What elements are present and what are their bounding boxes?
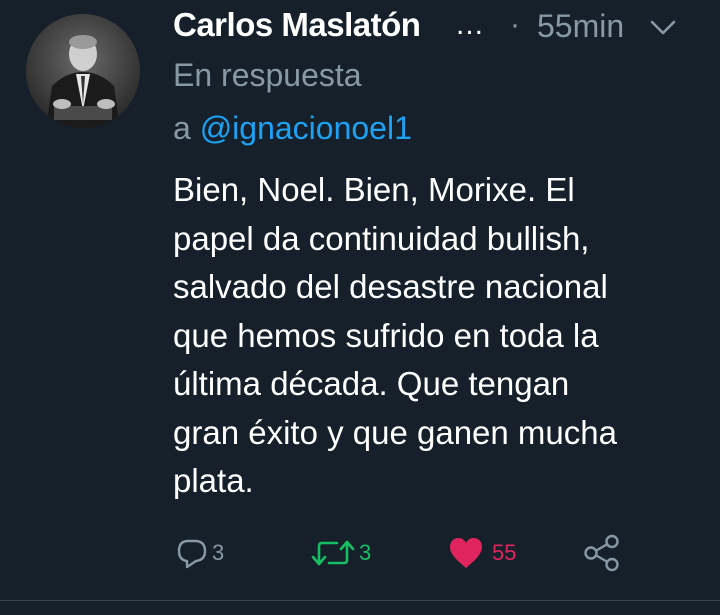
tweet-actions: 3 3 55 — [0, 528, 720, 578]
author-name[interactable]: Carlos Maslatón — [173, 6, 421, 44]
avatar[interactable] — [26, 14, 140, 128]
reply-icon — [177, 539, 207, 569]
name-truncation: ... — [456, 8, 485, 41]
tweet-text: Bien, Noel. Bien, Morixe. El papel da co… — [173, 166, 703, 506]
retweet-button[interactable]: 3 — [310, 528, 371, 578]
tweet-text-line: salvado del desastre nacional — [173, 268, 608, 305]
avatar-photo — [26, 14, 140, 128]
tweet-text-line: papel da continuidad bullish, — [173, 219, 590, 257]
like-button[interactable]: 55 — [448, 528, 516, 578]
reply-context-target: a @ignacionoel1 — [173, 110, 412, 147]
reply-to-word: a — [173, 110, 191, 146]
retweet-count: 3 — [359, 540, 372, 565]
tweet-divider — [0, 600, 720, 601]
tweet-header: Carlos Maslatón ... · 55min — [173, 2, 693, 52]
heart-icon — [450, 538, 482, 568]
timestamp[interactable]: 55min — [537, 8, 624, 45]
tweet-text-line: última década. Que tengan — [173, 365, 570, 402]
separator-dot: · — [510, 8, 520, 41]
share-button[interactable] — [582, 528, 622, 578]
like-count: 55 — [492, 540, 517, 565]
reply-count: 3 — [212, 540, 225, 565]
share-icon — [584, 534, 619, 572]
reply-button[interactable]: 3 — [175, 528, 224, 578]
retweet-icon — [311, 540, 355, 566]
reply-to-handle-link[interactable]: @ignacionoel1 — [200, 110, 412, 146]
tweet-text-line: que hemos sufrido en toda la — [173, 316, 599, 354]
tweet[interactable]: Carlos Maslatón ... · 55min En respuesta… — [0, 0, 720, 615]
tweet-text-line: Bien, Noel. Bien, Morixe. El — [173, 171, 575, 208]
chevron-down-icon[interactable] — [647, 12, 679, 44]
tweet-text-line: plata. — [173, 462, 254, 499]
reply-context-label: En respuesta — [173, 57, 362, 93]
tweet-text-line: gran éxito y que ganen mucha — [173, 413, 617, 451]
